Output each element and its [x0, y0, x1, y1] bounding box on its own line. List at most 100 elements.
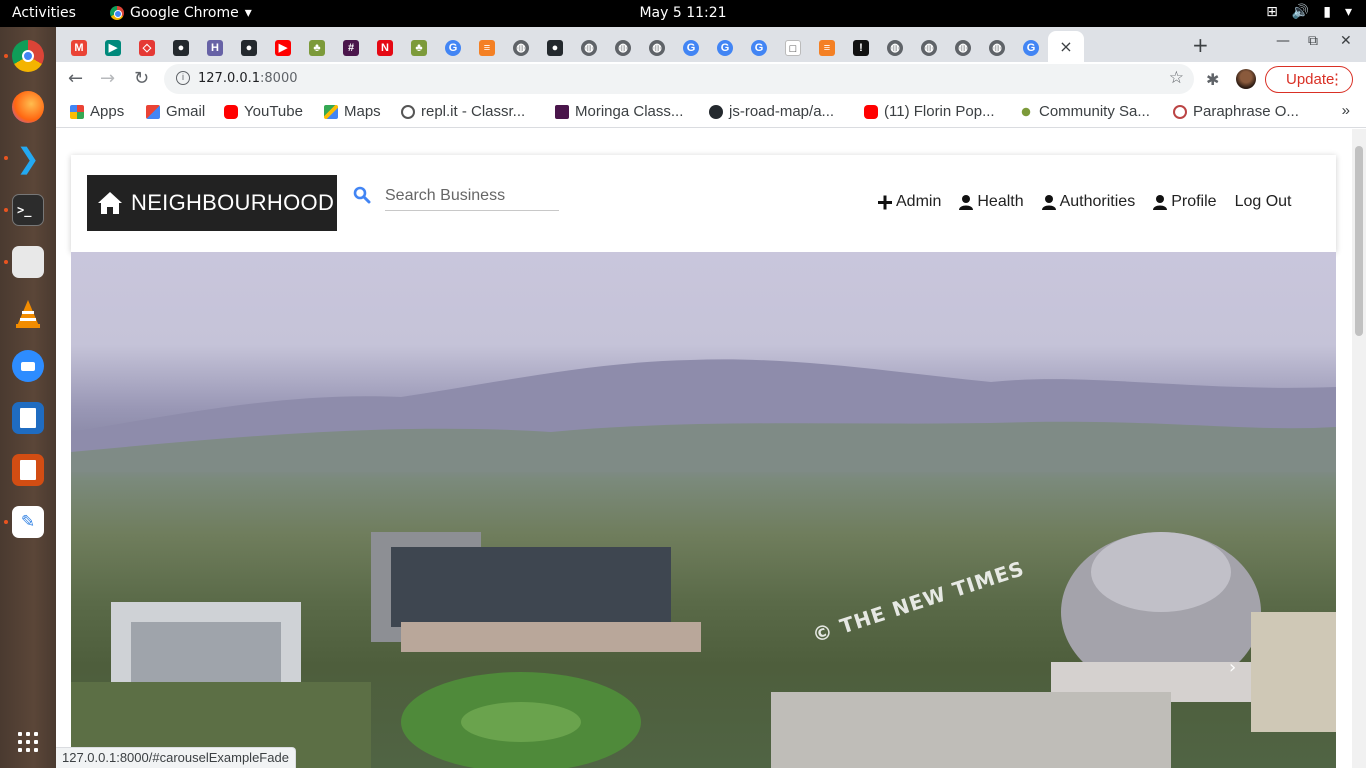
bookmark-paraphrase[interactable]: Paraphrase O...	[1173, 103, 1299, 120]
browser-tab[interactable]: ≡	[810, 33, 844, 62]
ubuntu-dock: ❯ >_ ✎	[0, 27, 56, 768]
browser-tab[interactable]: ◍	[504, 33, 538, 62]
close-tab-icon[interactable]: ×	[1059, 37, 1072, 56]
notion-icon: □	[785, 39, 801, 56]
url-text[interactable]: 127.0.0.1:8000	[198, 71, 298, 86]
terminal-icon[interactable]: >_	[12, 194, 44, 226]
browser-tab[interactable]: ◍	[640, 33, 674, 62]
user-icon	[959, 194, 974, 210]
browser-tab[interactable]: ◇	[130, 33, 164, 62]
battery-icon[interactable]: ▮	[1323, 4, 1331, 20]
more-menu-icon[interactable]: ⋮	[1329, 67, 1344, 92]
browser-toolbar: ← → ↻ i 127.0.0.1:8000 ☆ ✱ Update ⋮	[56, 62, 1366, 96]
scrollbar-thumb[interactable]	[1355, 146, 1363, 336]
bookmark-youtube[interactable]: YouTube	[224, 103, 303, 120]
browser-tab[interactable]: G	[674, 33, 708, 62]
browser-tab[interactable]: ≡	[470, 33, 504, 62]
browser-tab[interactable]: H	[198, 33, 232, 62]
bookmark-js-road-map[interactable]: js-road-map/a...	[709, 103, 834, 120]
browser-tab[interactable]: ◍	[946, 33, 980, 62]
bookmark-florin-pop[interactable]: (11) Florin Pop...	[864, 103, 995, 120]
nav-health[interactable]: Health	[959, 193, 1024, 211]
activities-button[interactable]: Activities	[12, 5, 76, 21]
browser-tab[interactable]: ●	[232, 33, 266, 62]
browser-tab[interactable]: ♣	[300, 33, 334, 62]
browser-tab[interactable]: ◍	[912, 33, 946, 62]
bookmark-moringa[interactable]: Moringa Class...	[555, 103, 683, 120]
browser-tab[interactable]: M	[62, 33, 96, 62]
browser-tab[interactable]: G	[436, 33, 470, 62]
bookmark-apps[interactable]: Apps	[70, 103, 124, 120]
browser-tab[interactable]: G	[742, 33, 776, 62]
profile-avatar[interactable]	[1236, 69, 1256, 89]
site-info-icon[interactable]: i	[176, 71, 190, 85]
text-editor-icon[interactable]: ✎	[12, 506, 44, 538]
github-icon: ●	[547, 39, 563, 56]
extensions-puzzle-icon[interactable]: ✱	[1206, 70, 1219, 89]
nav-logout[interactable]: Log Out	[1235, 193, 1292, 211]
bookmark-maps[interactable]: Maps	[324, 103, 381, 120]
browser-tab[interactable]: ▶	[96, 33, 130, 62]
volume-icon[interactable]: 🔊	[1292, 4, 1309, 20]
nav-admin[interactable]: Admin	[878, 193, 941, 211]
apps-grid-icon	[70, 104, 84, 119]
back-arrow-icon[interactable]: ←	[68, 68, 83, 89]
app-menu[interactable]: Google Chrome ▾	[110, 5, 252, 21]
bookmark-star-icon[interactable]: ☆	[1169, 68, 1184, 88]
active-tab[interactable]: ×	[1048, 31, 1084, 62]
slack-icon: #	[343, 39, 359, 56]
minimize-button[interactable]: —	[1276, 33, 1290, 49]
bookmarks-bar: Apps Gmail YouTube Maps repl.it - Classr…	[56, 96, 1366, 128]
vlc-icon[interactable]	[12, 298, 44, 330]
forward-arrow-icon[interactable]: →	[100, 68, 115, 89]
power-menu-icon[interactable]: ▾	[1345, 4, 1352, 20]
writer-icon[interactable]	[12, 402, 44, 434]
browser-tab[interactable]: ◍	[606, 33, 640, 62]
browser-tab[interactable]: G	[708, 33, 742, 62]
browser-tab[interactable]: ●	[538, 33, 572, 62]
files-icon[interactable]	[12, 246, 44, 278]
running-indicator	[4, 260, 8, 264]
browser-tab[interactable]: □	[776, 33, 810, 62]
browser-tab[interactable]: ●	[164, 33, 198, 62]
browser-tab[interactable]: ▶	[266, 33, 300, 62]
browser-tab[interactable]: ◍	[878, 33, 912, 62]
show-applications-icon[interactable]	[18, 732, 38, 752]
bookmark-community[interactable]: Community Sa...	[1019, 103, 1150, 120]
bookmark-replit[interactable]: repl.it - Classr...	[401, 103, 525, 120]
network-icon[interactable]: ⊞	[1266, 4, 1278, 20]
hero-carousel-image: © THE NEW TIMES ›	[71, 252, 1336, 768]
bookmark-gmail[interactable]: Gmail	[146, 103, 205, 120]
browser-tab[interactable]: ♣	[402, 33, 436, 62]
system-tray[interactable]: ⊞ 🔊 ▮ ▾	[1266, 4, 1352, 20]
maximize-button[interactable]: ⧉	[1308, 33, 1318, 49]
firefox-icon[interactable]	[12, 91, 44, 123]
zoom-icon[interactable]	[12, 350, 44, 382]
more-bookmarks-icon[interactable]: »	[1342, 102, 1350, 119]
browser-tab[interactable]: !	[844, 33, 878, 62]
page-scrollbar[interactable]	[1352, 129, 1366, 768]
browser-tab[interactable]: G	[1014, 33, 1048, 62]
medium-icon: !	[853, 39, 869, 56]
update-button[interactable]: Update ⋮	[1265, 66, 1353, 93]
search-business-input[interactable]	[385, 181, 559, 211]
gnome-top-bar: Activities Google Chrome ▾ May 5 11:21 ⊞…	[0, 0, 1366, 27]
impress-icon[interactable]	[12, 454, 44, 486]
meet-icon: ▶	[105, 39, 121, 56]
address-bar[interactable]: i 127.0.0.1:8000 ☆	[164, 64, 1194, 94]
reload-icon[interactable]: ↻	[134, 68, 149, 89]
brand-logo[interactable]: NEIGHBOURHOOD	[87, 175, 337, 231]
nav-profile[interactable]: Profile	[1153, 193, 1217, 211]
browser-tab[interactable]: #	[334, 33, 368, 62]
stackoverflow-icon: ≡	[479, 39, 495, 56]
new-tab-button[interactable]: +	[1192, 33, 1209, 57]
browser-tab[interactable]: N	[368, 33, 402, 62]
browser-tab[interactable]: ◍	[980, 33, 1014, 62]
carousel-next-icon[interactable]: ›	[1229, 657, 1236, 678]
browser-tab[interactable]: ◍	[572, 33, 606, 62]
search-icon[interactable]	[353, 186, 371, 204]
nav-authorities[interactable]: Authorities	[1041, 193, 1135, 211]
close-window-button[interactable]: ✕	[1340, 33, 1352, 49]
chrome-icon[interactable]	[12, 40, 44, 72]
vscode-icon[interactable]: ❯	[12, 142, 44, 175]
